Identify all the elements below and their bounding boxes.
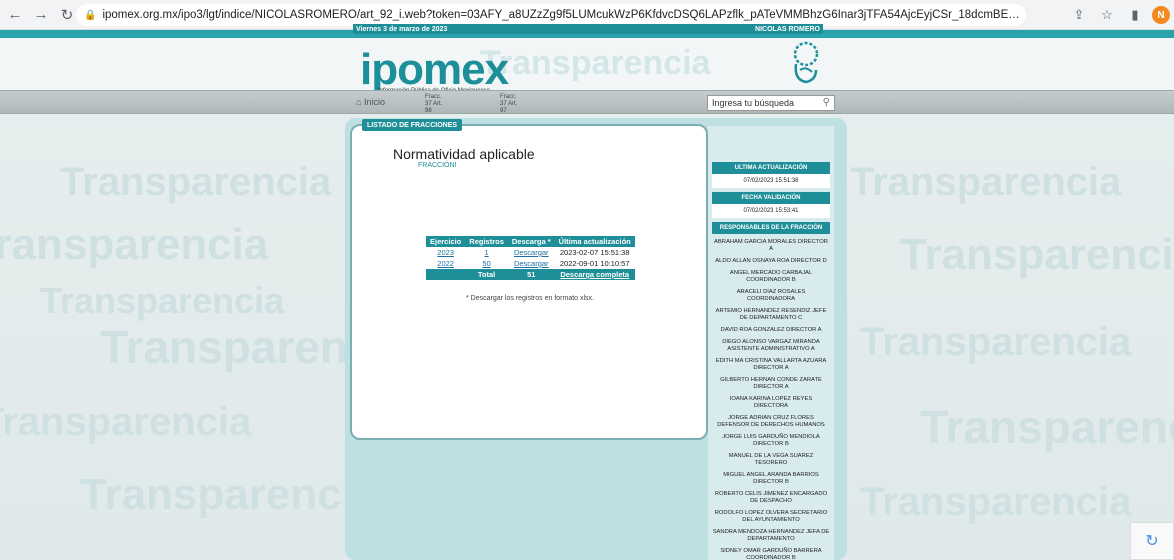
responsable-item: MANUEL DE LA VEGA SUAREZ TESORERO — [728, 453, 814, 466]
watermark: Transparencia — [0, 220, 269, 269]
watermark: Transparencia — [80, 470, 379, 519]
validation-date-header: FECHA VALIDACIÓN — [712, 192, 830, 204]
responsable-item: ARACELI DIAZ ROSALES COORDINADORA — [736, 289, 806, 302]
current-date: Viernes 3 de marzo de 2023 — [356, 25, 448, 33]
download-link[interactable]: Descargar — [514, 248, 549, 257]
fracc-97-link[interactable]: Fracc. 37 Art. 97 — [500, 94, 522, 115]
responsable-item: SANDRA MENDOZA HERNANDEZ JEFA DE DEPARTA… — [712, 529, 830, 542]
watermark: Transparencia — [920, 401, 1174, 453]
watermark: Transparencia — [860, 480, 1132, 524]
last-update-value: 07/02/2023 15:51:38 — [712, 174, 830, 188]
responsable-item: RODOLFO LOPEZ OLVERA SECRETARIO DEL AYUN… — [714, 510, 828, 523]
lock-icon: 🔒 — [84, 9, 97, 21]
share-icon[interactable]: ⇪ — [1068, 4, 1090, 26]
star-icon[interactable]: ☆ — [1096, 4, 1118, 26]
download-link[interactable]: Descargar — [514, 259, 549, 268]
responsable-item: GILBERTO HERNAN CONDE ZARATE DIRECTOR A — [720, 377, 822, 390]
info-sidebar: ULTIMA ACTUALIZACIÓN 07/02/2023 15:51:38… — [708, 126, 834, 560]
download-note: * Descargar los registros en formato xls… — [466, 295, 594, 302]
download-all-link[interactable]: Descarga completa — [560, 270, 629, 279]
watermark: Transparencia — [40, 280, 285, 321]
downloads-table: Ejercicio Registros Descarga * Última ac… — [426, 236, 635, 280]
sidebar-icon[interactable]: ▮ — [1124, 4, 1146, 26]
responsable-item: ALDO ALLAN OSNAYA ROA DIRECTOR D — [715, 258, 827, 264]
responsable-item: JORGE ADRIAN CRUZ FLORES DEFENSOR DE DER… — [717, 415, 825, 428]
home-icon: ⌂ — [356, 97, 364, 107]
total-row: Total 51 Descarga completa — [426, 269, 635, 280]
transparency-head-icon — [793, 41, 819, 84]
address-bar[interactable]: 🔒 ipomex.org.mx/ipo3/lgt/indice/NICOLASR… — [76, 4, 1026, 26]
home-link[interactable]: ⌂ Inicio — [356, 97, 385, 107]
search-icon[interactable]: ⚲ — [823, 97, 830, 108]
reload-icon[interactable]: ↻ — [56, 4, 78, 26]
responsable-item: ABRAHAM GARCIA MORALES DIRECTOR A — [714, 239, 828, 252]
responsable-item: MIGUEL ANGEL ARANDA BARRIOS DIRECTOR B — [723, 472, 819, 485]
recaptcha-badge[interactable]: ↻ — [1130, 522, 1174, 560]
responsable-item: DIEGO ALONSO VARGAZ MIRANDA ASISTENTE AD… — [722, 339, 820, 352]
responsables-header: RESPONSABLES DE LA FRACCIÓN — [712, 222, 830, 234]
profile-avatar[interactable]: N — [1152, 6, 1170, 24]
municipality-name: NICOLAS ROMERO — [755, 25, 820, 33]
back-icon[interactable]: ← — [4, 4, 26, 26]
watermark: Transparencia — [860, 320, 1132, 364]
page-title: Normatividad aplicable — [393, 146, 535, 162]
fraction-label: FRACCIÓNI — [418, 162, 457, 169]
watermark: Transparencia — [900, 230, 1174, 279]
year-link[interactable]: 2022 — [437, 259, 454, 268]
forward-icon[interactable]: → — [30, 4, 52, 26]
nav-bar: ⌂ Inicio Fracc. 37 Art. 98 Fracc. 37 Art… — [0, 90, 1174, 114]
responsables-list: ABRAHAM GARCIA MORALES DIRECTOR A ALDO AL… — [708, 239, 834, 560]
watermark: Transparencia — [0, 400, 252, 444]
records-link[interactable]: 1 — [484, 248, 488, 257]
site-header: Transparencia ipomex Información Pública… — [0, 38, 1174, 95]
fracc-98-link[interactable]: Fracc. 37 Art. 98 — [425, 94, 447, 115]
responsable-item: SIDNEY OMAR GARDUÑO BARRERA COORDINADOR … — [720, 548, 822, 560]
url-text: ipomex.org.mx/ipo3/lgt/indice/NICOLASROM… — [102, 9, 1026, 21]
tab-listado-fracciones[interactable]: LISTADO DE FRACCIONES — [362, 119, 462, 131]
responsable-item: ANGEL MERCADO CARBAJAL COORDINADOR B — [729, 270, 813, 283]
watermark: Transparencia — [60, 160, 332, 204]
table-header: Ejercicio Registros Descarga * Última ac… — [426, 236, 635, 247]
responsable-item: ARTEMIO HERNANDEZ RESENDIZ JEFE DE DEPAR… — [715, 308, 827, 321]
fraction-panel — [350, 124, 708, 440]
responsable-item: IOANA KARINA LOPEZ REYES DIRECTORA — [729, 396, 813, 409]
ipomex-logo[interactable]: ipomex Información Pública de Oficio Mex… — [360, 48, 509, 95]
watermark: Transparencia — [480, 44, 711, 82]
last-update-header: ULTIMA ACTUALIZACIÓN — [712, 162, 830, 174]
watermark: Transparencia — [850, 160, 1122, 204]
table-row: 2022 50 Descargar 2022-09-01 10:10:57 — [437, 259, 630, 268]
date-user-bar: Viernes 3 de marzo de 2023 NICOLAS ROMER… — [353, 24, 823, 34]
responsable-item: ROBERTO CELIS JIMENEZ ENCARGADO DE DESPA… — [714, 491, 828, 504]
search-input[interactable]: Ingresa tu búsqueda ⚲ — [707, 95, 835, 111]
responsable-item: DAVID ROA GONZALEZ DIRECTOR A — [720, 327, 822, 333]
table-row: 2023 1 Descargar 2023-02-07 15:51:38 — [437, 248, 630, 257]
records-link[interactable]: 50 — [482, 259, 490, 268]
year-link[interactable]: 2023 — [437, 248, 454, 257]
validation-date-value: 07/02/2023 15:53:41 — [712, 204, 830, 218]
responsable-item: EDITH MA CRISTINA VALLARTA AZUARA DIRECT… — [715, 358, 827, 371]
responsable-item: JORGE LUIS GARDUÑO MENDIOLA DIRECTOR B — [722, 434, 820, 447]
